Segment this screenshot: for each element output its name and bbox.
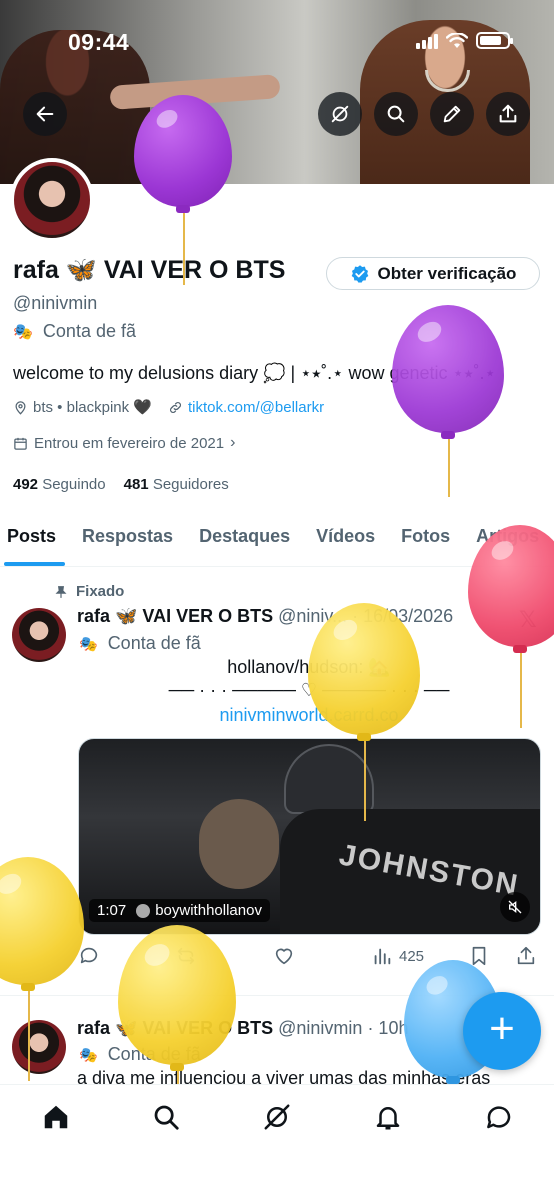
views-chart-icon	[374, 948, 391, 965]
red-balloon	[468, 525, 554, 728]
post-category-label: Conta de fã	[107, 633, 201, 653]
profile-joined-text: Entrou em fevereiro de 2021	[34, 434, 225, 452]
share-icon	[499, 104, 517, 123]
cellular-icon	[416, 33, 438, 49]
post-share-button[interactable]	[515, 945, 537, 967]
tab-videos[interactable]: Vídeos	[303, 516, 388, 566]
tab-highlights[interactable]: Destaques	[186, 516, 303, 566]
share-icon	[517, 946, 535, 965]
muted-speaker-icon	[508, 900, 522, 914]
profile-avatar[interactable]	[10, 158, 94, 242]
grok-icon	[331, 105, 349, 123]
wifi-icon	[446, 32, 468, 48]
yellow-balloon	[118, 925, 236, 1091]
purple-balloon	[392, 305, 504, 497]
profile-link[interactable]: tiktok.com/@bellarkr	[168, 399, 324, 416]
grok-icon	[264, 1104, 290, 1130]
share-button[interactable]	[486, 92, 530, 136]
video-face	[199, 799, 279, 889]
back-button[interactable]	[23, 92, 67, 136]
nav-notifications[interactable]	[371, 1100, 405, 1134]
followers-link[interactable]: 481 Seguidores	[124, 476, 229, 493]
profile-meta: bts • blackpink 🖤 tiktok.com/@bellarkr	[13, 398, 324, 416]
tab-posts[interactable]: Posts	[0, 516, 69, 566]
follow-counts: 492 Seguindo 481 Seguidores	[13, 476, 229, 493]
heart-icon	[275, 948, 293, 965]
nav-home[interactable]	[39, 1100, 73, 1134]
get-verified-button[interactable]: Obter verificação	[326, 257, 540, 290]
back-icon	[36, 106, 54, 122]
author-avatar-icon	[136, 903, 151, 918]
profile-location-text: bts • blackpink 🖤	[33, 399, 152, 416]
profile-banner[interactable]	[0, 0, 554, 184]
post-video[interactable]: JOHNSTON 1:07 boywithhollanov	[78, 738, 541, 935]
tab-replies[interactable]: Respostas	[69, 516, 186, 566]
followers-count: 481	[123, 476, 149, 493]
post-author-name[interactable]: rafa 🦋 VAI VER O BTS	[77, 606, 273, 626]
explore-icon	[154, 1105, 179, 1130]
post-handle-time: @ninivmin · 10h	[278, 1018, 409, 1038]
video-author: boywithhollanov	[136, 902, 262, 919]
yellow-balloon	[0, 857, 84, 1081]
profile-handle: @ninivmin	[13, 293, 98, 313]
like-button[interactable]	[273, 945, 295, 967]
pinned-indicator: Fixado	[54, 583, 124, 600]
battery-icon	[476, 32, 513, 49]
pinned-label: Fixado	[76, 583, 125, 600]
profile-location: bts • blackpink 🖤	[13, 398, 152, 416]
verified-badge-icon	[351, 264, 368, 283]
status-icons	[416, 32, 513, 49]
tab-photos[interactable]: Fotos	[388, 516, 463, 566]
compose-button[interactable]: +	[463, 992, 541, 1070]
calendar-icon	[14, 437, 27, 450]
profile-joined[interactable]: Entrou em fevereiro de 2021 ›	[13, 434, 235, 452]
get-verified-label: Obter verificação	[377, 263, 517, 283]
post-category: 🎭 Conta de fã	[79, 633, 201, 654]
theater-masks-icon: 🎭	[79, 635, 98, 653]
home-icon	[44, 1105, 68, 1129]
notifications-icon	[376, 1107, 400, 1130]
theater-masks-icon: 🎭	[79, 1046, 98, 1064]
link-icon	[170, 401, 181, 413]
purple-balloon	[134, 95, 232, 285]
nav-messages[interactable]	[482, 1100, 516, 1134]
search-icon	[387, 105, 405, 123]
post-avatar[interactable]	[12, 1020, 66, 1074]
profile-category: 🎭 Conta de fã	[13, 321, 136, 342]
chevron-right-icon: ›	[230, 434, 236, 451]
pin-icon	[55, 585, 67, 598]
yellow-balloon	[308, 603, 420, 821]
following-count: 492	[13, 476, 39, 493]
location-icon	[15, 400, 26, 415]
edit-button[interactable]	[430, 92, 474, 136]
nav-grok[interactable]	[260, 1100, 294, 1134]
mute-button[interactable]	[500, 892, 530, 922]
edit-icon	[443, 105, 461, 123]
post-avatar[interactable]	[12, 608, 66, 662]
profile-link-text[interactable]: tiktok.com/@bellarkr	[188, 399, 324, 416]
search-button[interactable]	[374, 92, 418, 136]
video-info: 1:07 boywithhollanov	[89, 899, 270, 922]
nav-search[interactable]	[149, 1100, 183, 1134]
messages-icon	[487, 1106, 511, 1129]
following-label: Seguindo	[42, 476, 106, 493]
grok-button[interactable]	[318, 92, 362, 136]
bottom-navigation	[0, 1084, 554, 1200]
video-duration: 1:07	[97, 902, 127, 919]
following-link[interactable]: 492 Seguindo	[13, 476, 106, 493]
followers-label: Seguidores	[152, 476, 229, 493]
profile-name: rafa 🦋 VAI VER O BTS	[13, 256, 286, 284]
video-player-figure	[284, 744, 374, 814]
status-time: 09:44	[68, 29, 130, 55]
video-author-name: boywithhollanov	[155, 902, 262, 919]
profile-category-label: Conta de fã	[42, 321, 136, 341]
plus-icon: +	[489, 1004, 515, 1053]
theater-masks-icon: 🎭	[13, 323, 33, 341]
